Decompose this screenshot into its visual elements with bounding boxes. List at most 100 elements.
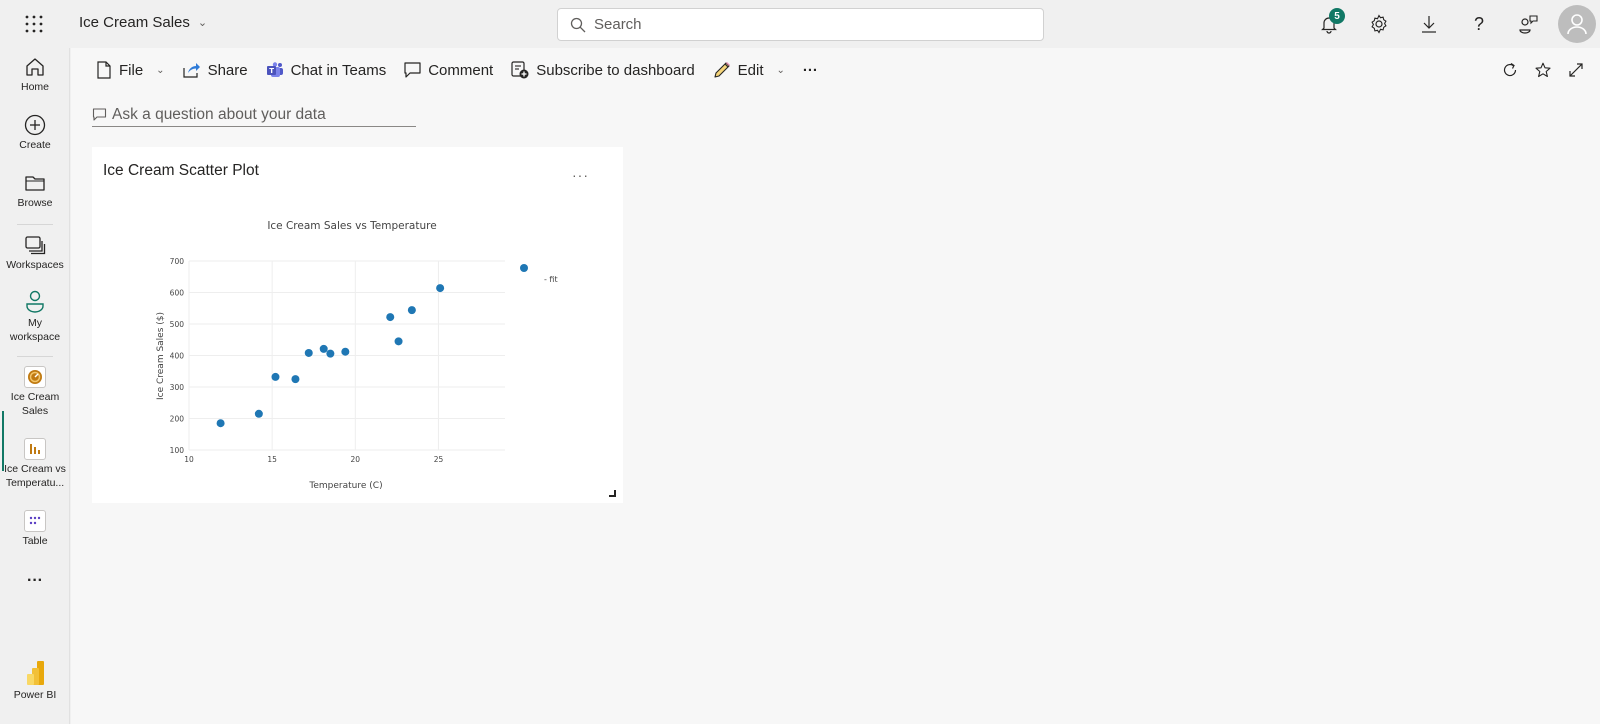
- search-input[interactable]: [594, 16, 1014, 33]
- toolbar-right: [1493, 54, 1592, 86]
- subscribe-button[interactable]: Subscribe to dashboard: [502, 54, 703, 86]
- nav-label: Workspaces: [6, 259, 64, 271]
- dashboard-tile[interactable]: Ice Cream Sales vs Temperature 100 200 300…: [92, 147, 623, 503]
- refresh-button[interactable]: [1493, 54, 1526, 86]
- settings-button[interactable]: [1354, 0, 1404, 48]
- chevron-down-icon: ⌄: [156, 64, 165, 76]
- app-title: Ice Cream Sales: [79, 14, 190, 31]
- nav-label: Power BI: [13, 689, 57, 701]
- refresh-icon: [1503, 63, 1516, 77]
- data-point: [386, 313, 395, 322]
- data-point: [319, 344, 328, 353]
- tile-more-options[interactable]: ···: [572, 167, 589, 183]
- data-point: [341, 347, 350, 356]
- star-icon: [1534, 62, 1551, 78]
- table-icon: [24, 510, 46, 532]
- data-point: [304, 348, 313, 357]
- plus-circle-icon: [24, 114, 46, 136]
- favorite-button[interactable]: [1526, 54, 1559, 86]
- feedback-icon: [1519, 15, 1538, 34]
- nav-more[interactable]: ···: [0, 572, 70, 589]
- file-menu-button[interactable]: File ⌄: [87, 54, 174, 86]
- comment-icon: [404, 62, 421, 78]
- tile-title: Ice Cream Scatter Plot: [103, 162, 259, 179]
- nav-browse[interactable]: Browse: [0, 172, 70, 210]
- svg-text:T: T: [269, 67, 274, 75]
- home-icon: [26, 58, 44, 76]
- y-tick-label: 700: [170, 257, 185, 266]
- more-options-button[interactable]: ···: [794, 54, 827, 86]
- chart-title: Ice Cream Sales vs Temperature: [267, 220, 436, 232]
- powerbi-logo-icon: [27, 661, 44, 685]
- help-button[interactable]: ?: [1454, 0, 1504, 48]
- teams-icon: T: [266, 62, 283, 77]
- notifications-button[interactable]: 5: [1304, 0, 1354, 48]
- share-button[interactable]: Share: [174, 54, 257, 86]
- nav-workspaces[interactable]: Workspaces: [0, 234, 70, 272]
- chevron-down-icon: ⌄: [776, 64, 785, 76]
- file-label: File: [119, 61, 144, 79]
- nav-label: Table: [22, 535, 48, 547]
- nav-home[interactable]: Home: [0, 56, 70, 94]
- data-point: [254, 409, 263, 418]
- legend-data-marker: [520, 264, 528, 272]
- avatar[interactable]: [1558, 5, 1596, 43]
- download-button[interactable]: [1404, 0, 1454, 48]
- y-tick-label: 300: [170, 383, 185, 392]
- more-icon: ···: [27, 572, 43, 589]
- share-icon: [182, 63, 200, 78]
- notification-badge: 5: [1329, 8, 1345, 24]
- help-icon: ?: [1473, 13, 1484, 34]
- data-point: [291, 375, 300, 384]
- avatar-icon: [1567, 14, 1587, 35]
- nav-label-line2: workspace: [9, 331, 61, 343]
- nav-my-workspace[interactable]: My workspace: [0, 290, 70, 344]
- nav-divider: [17, 356, 53, 357]
- file-icon: [97, 61, 111, 79]
- chart-grid: [188, 260, 505, 451]
- expand-icon: [1568, 63, 1583, 77]
- comment-label: Comment: [428, 61, 494, 79]
- nav-label-line1: Ice Cream vs: [4, 463, 66, 475]
- edit-button[interactable]: Edit ⌄: [704, 54, 794, 86]
- data-point: [216, 419, 225, 428]
- subscribe-icon: [511, 61, 529, 79]
- fullscreen-button[interactable]: [1559, 54, 1592, 86]
- y-tick-label: 100: [170, 446, 185, 455]
- app-launcher-icon[interactable]: [24, 14, 44, 34]
- nav-label: Home: [20, 81, 49, 93]
- search-box[interactable]: [557, 8, 1044, 41]
- chat-in-teams-button[interactable]: T Chat in Teams: [257, 54, 396, 86]
- action-bar: File ⌄ Share T Chat in Teams Comment Sub…: [71, 48, 1600, 92]
- resize-handle[interactable]: [609, 490, 616, 497]
- qa-input[interactable]: Ask a question about your data: [92, 103, 416, 127]
- dashboard-icon: [24, 366, 46, 388]
- x-tick-label: 25: [434, 455, 444, 464]
- nav-label-line1: Ice Cream: [10, 391, 60, 403]
- nav-create[interactable]: Create: [0, 114, 70, 152]
- feedback-button[interactable]: [1504, 0, 1554, 48]
- pencil-icon: [714, 62, 730, 78]
- edit-label: Edit: [737, 61, 764, 79]
- folder-icon: [25, 176, 45, 191]
- chat-in-teams-label: Chat in Teams: [290, 61, 387, 79]
- nav-label: Create: [19, 139, 51, 151]
- gear-icon: [1371, 14, 1387, 34]
- report-icon: [24, 438, 46, 460]
- qa-placeholder: Ask a question about your data: [112, 105, 326, 123]
- nav-label-line2: Temperatu...: [5, 477, 65, 489]
- top-bar: Ice Cream Sales ⌄ 5 ?: [0, 0, 1600, 48]
- comment-button[interactable]: Comment: [395, 54, 502, 86]
- workspace-title-dropdown[interactable]: Ice Cream Sales ⌄: [79, 14, 207, 31]
- data-point: [436, 284, 445, 293]
- x-axis-ticks: 10 15 20 25: [184, 455, 443, 464]
- nav-ice-cream-vs-temperature[interactable]: Ice Cream vs Temperatu...: [0, 438, 70, 490]
- chat-bubble-icon: [92, 108, 107, 121]
- workspaces-icon: [25, 236, 46, 255]
- main-content: File ⌄ Share T Chat in Teams Comment Sub…: [71, 48, 1600, 724]
- nav-ice-cream-sales[interactable]: Ice Cream Sales: [0, 366, 70, 418]
- nav-powerbi[interactable]: Power BI: [0, 660, 70, 702]
- scatter-chart: Ice Cream Sales vs Temperature 100 200 300…: [156, 220, 558, 491]
- download-icon: [1422, 16, 1436, 33]
- nav-table[interactable]: Table: [0, 510, 70, 548]
